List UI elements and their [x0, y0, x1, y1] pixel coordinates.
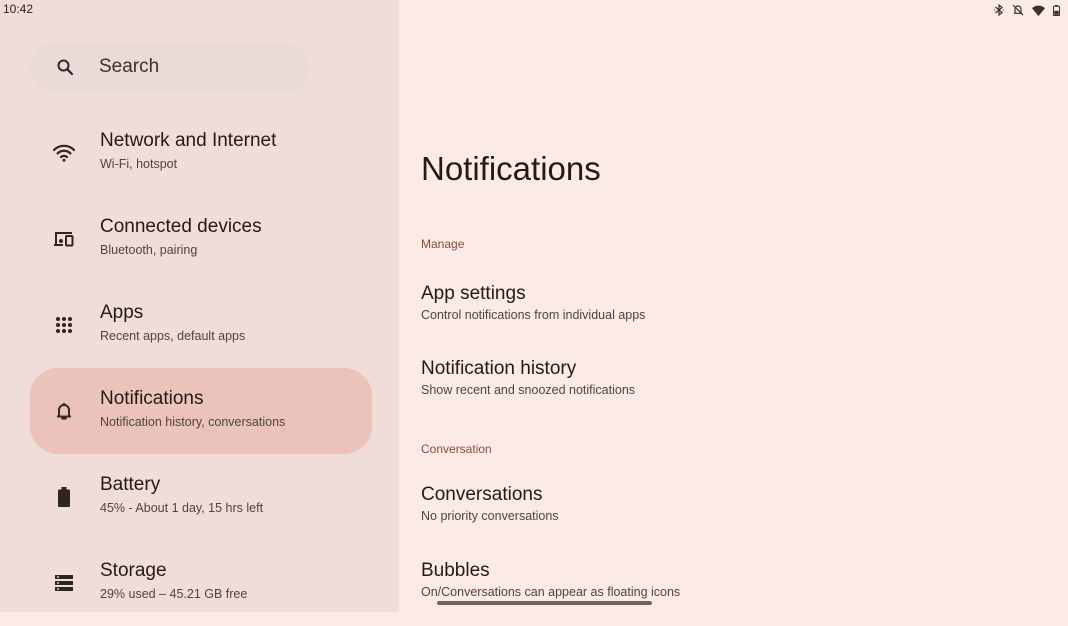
- pref-subtitle: On/Conversations can appear as floating …: [421, 585, 681, 599]
- pref-title: Bubbles: [421, 560, 490, 581]
- status-icons: [994, 4, 1060, 16]
- page-title: Notifications: [421, 150, 601, 187]
- sidebar-item-subtitle: Bluetooth, pairing: [100, 243, 198, 257]
- sidebar-item-subtitle: Recent apps, default apps: [100, 329, 246, 343]
- status-time: 10:42: [3, 2, 34, 16]
- bluetooth-icon: [994, 4, 1004, 16]
- notification-history-item[interactable]: Notification history Show recent and sno…: [399, 358, 1068, 414]
- pref-subtitle: No priority conversations: [421, 509, 559, 523]
- sidebar-item-connected-devices[interactable]: Connected devices Bluetooth, pairing: [30, 196, 372, 282]
- battery-icon: [1053, 4, 1060, 16]
- battery-icon: [52, 454, 76, 540]
- pref-title: Notification history: [421, 358, 577, 379]
- sidebar-item-title: Notifications: [100, 388, 204, 409]
- storage-icon: [52, 540, 76, 626]
- gesture-navigation-bar[interactable]: [437, 601, 652, 605]
- sidebar-item-title: Apps: [100, 302, 144, 323]
- pref-subtitle: Show recent and snoozed notifications: [421, 383, 636, 397]
- sidebar-item-subtitle: 45% - About 1 day, 15 hrs left: [100, 501, 264, 515]
- sidebar-item-network[interactable]: Network and Internet Wi-Fi, hotspot: [30, 110, 372, 196]
- apps-grid-icon: [52, 282, 76, 368]
- sidebar-item-apps[interactable]: Apps Recent apps, default apps: [30, 282, 372, 368]
- sidebar-item-title: Storage: [100, 560, 167, 581]
- sidebar-item-notifications[interactable]: Notifications Notification history, conv…: [30, 368, 372, 454]
- search-icon: [54, 56, 76, 78]
- wifi-icon: [1032, 5, 1045, 16]
- connected-devices-icon: [52, 196, 76, 282]
- sidebar-item-title: Battery: [100, 474, 161, 495]
- section-header-manage: Manage: [421, 237, 465, 251]
- sidebar-item-subtitle: Wi-Fi, hotspot: [100, 157, 178, 171]
- search-label: Search: [99, 56, 160, 77]
- conversations-item[interactable]: Conversations No priority conversations: [399, 484, 1068, 540]
- sidebar-item-storage[interactable]: Storage 29% used – 45.21 GB free: [30, 540, 372, 626]
- sidebar-item-subtitle: 29% used – 45.21 GB free: [100, 587, 248, 601]
- pref-title: App settings: [421, 283, 526, 304]
- sidebar-item-title: Connected devices: [100, 216, 262, 237]
- sidebar-item-subtitle: Notification history, conversations: [100, 415, 286, 429]
- sidebar-item-title: Network and Internet: [100, 130, 277, 151]
- notifications-pane: Notifications Manage App settings Contro…: [399, 0, 1068, 612]
- pref-subtitle: Control notifications from individual ap…: [421, 308, 646, 322]
- wifi-icon: [52, 110, 76, 196]
- bell-icon: [52, 368, 76, 454]
- settings-sidebar: 10:42 Search Network and Internet Wi-Fi,…: [0, 0, 399, 612]
- muted-icon: [1012, 4, 1024, 16]
- search-bar[interactable]: Search: [30, 42, 310, 92]
- sidebar-item-battery[interactable]: Battery 45% - About 1 day, 15 hrs left: [30, 454, 372, 540]
- app-settings-item[interactable]: App settings Control notifications from …: [399, 283, 1068, 339]
- bubbles-item[interactable]: Bubbles On/Conversations can appear as f…: [399, 560, 1068, 616]
- section-header-conversation: Conversation: [421, 442, 492, 456]
- pref-title: Conversations: [421, 484, 543, 505]
